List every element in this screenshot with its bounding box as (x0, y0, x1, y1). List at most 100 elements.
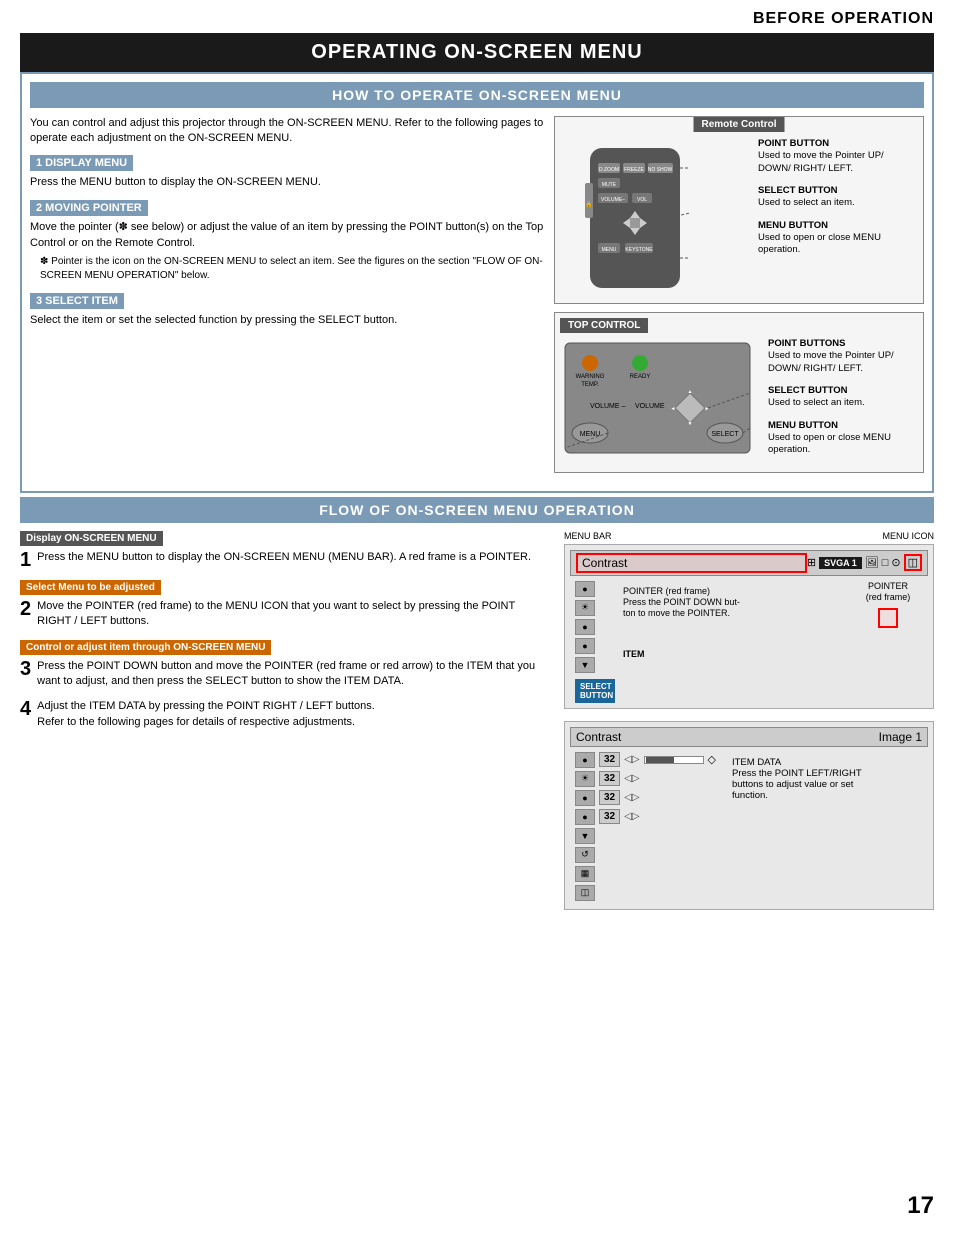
lower-diagram-container: Contrast Image 1 ● 32 ◁▷ (564, 721, 934, 910)
svg-text:VOL: VOL (637, 197, 647, 203)
upper-menu-diagram: Contrast ⊞ SVGA 1 🖼 □ ⊙ ◫ (564, 544, 934, 709)
tc-menu-label: MENU BUTTON (768, 420, 910, 432)
top-left: You can control and adjust this projecto… (30, 116, 544, 473)
item-value-2: 32 (599, 771, 620, 786)
step3-label: 3 SELECT ITEM (30, 293, 124, 309)
top-control-box: TOP CONTROL WARNING TEMP. (554, 312, 924, 473)
step2-text: Move the pointer (✽ see below) or adjust… (30, 220, 544, 251)
menu-bar-annotation: MENU BAR MENU ICON (564, 531, 934, 541)
step3-block: 3 SELECT ITEM Select the item or set the… (30, 293, 544, 328)
step3-num: 3 (20, 659, 31, 679)
section1-header: HOW TO OPERATE ON-SCREEN MENU (30, 82, 924, 108)
svg-text:►: ► (705, 406, 710, 412)
svg-text:MUTE: MUTE (602, 182, 617, 188)
menu-button-annotation: MENU BUTTON Used to open or close MENU o… (758, 220, 910, 257)
lower-items-list: ● 32 ◁▷ ◇ ☀ 32 (570, 752, 716, 904)
svg-text:FREEZE: FREEZE (624, 167, 644, 173)
item-row-2: ☀ 32 ◁▷ (575, 771, 716, 787)
item-data-label: ITEM DATAPress the POINT LEFT/RIGHTbutto… (732, 757, 862, 801)
remote-control-box: Remote Control D.ZOOM FREEZE NO (554, 116, 924, 304)
item-label: ITEM (623, 649, 645, 659)
svg-text:VOLUME –: VOLUME – (590, 403, 626, 410)
display-label: Display ON-SCREEN MENU (20, 531, 163, 546)
pointer-annotation: POINTER(red frame) (848, 581, 928, 703)
select-button-annotation: SELECT BUTTON Used to select an item. (758, 185, 910, 210)
page-header: BEFORE OPERATION (0, 0, 954, 33)
flow-step3-text: Press the POINT DOWN button and move the… (37, 660, 535, 687)
svg-text:▲: ▲ (688, 389, 693, 395)
select-button-box: SELECTBUTTON (575, 679, 615, 703)
section1-body: HOW TO OPERATE ON-SCREEN MENU You can co… (20, 72, 934, 493)
header-title: BEFORE OPERATION (753, 10, 934, 27)
svg-text:D.ZOOM: D.ZOOM (599, 167, 619, 173)
top-control-svg: WARNING TEMP. READY VOLUME – VOLUME (560, 338, 760, 463)
flow-step2: 2 Move the POINTER (red frame) to the ME… (20, 599, 549, 630)
point-button-desc: Used to move the Pointer UP/ DOWN/ RIGHT… (758, 150, 884, 173)
lower-menu-bar-row: Contrast Image 1 (570, 727, 928, 747)
svg-text:KEYSTONE: KEYSTONE (625, 247, 653, 253)
svg-text:MENU: MENU (602, 247, 617, 253)
adjust-arrows-1: ◁▷ (624, 754, 639, 765)
tc-select-label: SELECT BUTTON (768, 385, 910, 397)
step1-label: 1 DISPLAY MENU (30, 155, 133, 171)
step4-num: 4 (20, 699, 31, 719)
svg-text:READY: READY (630, 374, 651, 380)
top-control-title: TOP CONTROL (560, 318, 648, 333)
flow-step4-text: Adjust the ITEM DATA by pressing the POI… (37, 700, 375, 727)
lower-items-area: ● 32 ◁▷ ◇ ☀ 32 (570, 752, 928, 904)
top-control-annotations: POINT BUTTONS Used to move the Pointer U… (760, 338, 910, 467)
tc-select-desc: Used to select an item. (768, 397, 865, 408)
adjust-arrows-2: ◁▷ (624, 773, 639, 784)
menu-bar-label: MENU BAR (564, 531, 612, 541)
lower-icon-2: ☀ (575, 771, 595, 787)
select-label: Select Menu to be adjusted (20, 580, 161, 595)
lower-image: Image 1 (879, 730, 922, 744)
lower-icon-5: ▼ (575, 828, 595, 844)
top-section: You can control and adjust this projecto… (30, 116, 924, 473)
flow-right: MENU BAR MENU ICON Contrast ⊞ SVGA 1 🖼 □ (564, 531, 934, 910)
menu-button-desc: Used to open or close MENU operation. (758, 232, 881, 255)
flow-step4: 4 Adjust the ITEM DATA by pressing the P… (20, 699, 549, 730)
menu-icon1: 🖼 (865, 556, 879, 569)
pointer-frame-text: POINTER (red frame)Press the POINT DOWN … (623, 586, 740, 618)
menu-icon4: ◫ (904, 554, 922, 571)
tc-point-desc: Used to move the Pointer UP/ DOWN/ RIGHT… (768, 350, 894, 373)
menu-svga: SVGA 1 (819, 557, 862, 569)
upper-diagram-container: MENU BAR MENU ICON Contrast ⊞ SVGA 1 🖼 □ (564, 531, 934, 709)
flow-step3: 3 Press the POINT DOWN button and move t… (20, 659, 549, 690)
tc-select-annotation: SELECT BUTTON Used to select an item. (768, 385, 910, 410)
lower-contrast: Contrast (576, 730, 621, 744)
svg-text:NO SHOW: NO SHOW (648, 167, 673, 173)
section2-header: FLOW OF ON-SCREEN MENU OPERATION (20, 497, 934, 523)
menu-icon-label: MENU ICON (883, 531, 935, 541)
menu-items-list: ● ☀ ● ● ▼ SELECTBUTTON (575, 581, 615, 703)
flow-step1-text: Press the MENU button to display the ON-… (37, 551, 531, 563)
svg-text:◄: ◄ (671, 406, 676, 412)
lower-icon-4: ● (575, 809, 595, 825)
item-data-annotation: ITEM DATAPress the POINT LEFT/RIGHTbutto… (732, 752, 862, 904)
step1-block: 1 DISPLAY MENU Press the MENU button to … (30, 155, 544, 190)
progress-fill-1 (646, 757, 674, 763)
select-button-desc: Used to select an item. (758, 197, 855, 208)
item-row-5: ▼ (575, 828, 716, 844)
menu-separator-icon: ⊞ (807, 556, 816, 569)
item-icon-4: ● (575, 638, 595, 654)
item-icon-1: ● (575, 581, 595, 597)
svg-text:VOLUME–: VOLUME– (601, 197, 625, 203)
item-value-3: 32 (599, 790, 620, 805)
svg-text:SELECT: SELECT (711, 431, 739, 438)
lower-icon-6: ↺ (575, 847, 595, 863)
tc-point-annotation: POINT BUTTONS Used to move the Pointer U… (768, 338, 910, 375)
item-icon-5: ▼ (575, 657, 595, 673)
svg-text:TEMP.: TEMP. (581, 382, 599, 388)
lower-menu-diagram: Contrast Image 1 ● 32 ◁▷ (564, 721, 934, 910)
svg-text:🔒: 🔒 (585, 200, 592, 208)
svg-text:WARNING: WARNING (576, 374, 605, 380)
menu-bar-row: Contrast ⊞ SVGA 1 🖼 □ ⊙ ◫ (570, 550, 928, 576)
menu-icon3: ⊙ (891, 556, 900, 569)
select-button-label: SELECT BUTTON (758, 185, 910, 197)
item-icon-3: ● (575, 619, 595, 635)
flow-columns: Display ON-SCREEN MENU 1 Press the MENU … (20, 531, 934, 910)
remote-img-area: D.ZOOM FREEZE NO SHOW MUTE VOLUME– (560, 122, 918, 298)
tc-point-label: POINT BUTTONS (768, 338, 910, 350)
